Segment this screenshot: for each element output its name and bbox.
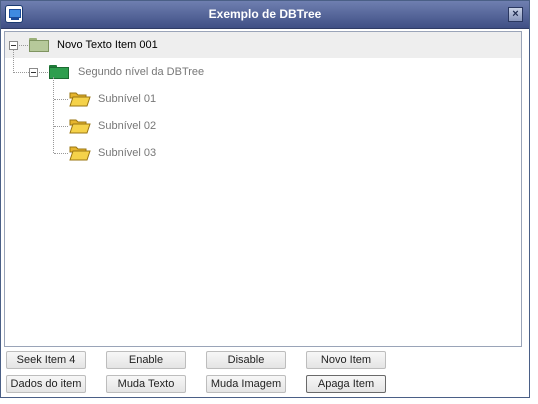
green-folder-icon (49, 65, 69, 79)
tree-node-label: Segundo nível da DBTree (78, 66, 205, 78)
title-bar[interactable]: Exemplo de DBTree × (1, 1, 529, 29)
tree-node-child[interactable]: Segundo nível da DBTree (5, 59, 521, 85)
collapse-toggle-icon[interactable] (9, 41, 18, 50)
collapse-toggle-icon[interactable] (29, 68, 38, 77)
tree-node-label: Subnível 02 (98, 120, 157, 132)
tree-node-subnivel-02[interactable]: Subnível 02 (5, 113, 521, 139)
close-button[interactable]: × (508, 7, 523, 22)
tree-node-subnivel-01[interactable]: Subnível 01 (5, 86, 521, 112)
seek-item-button[interactable]: Seek Item 4 (6, 351, 86, 369)
tree-view[interactable]: Novo Texto Item 001 Segundo nível da DBT… (4, 31, 522, 347)
novo-item-button[interactable]: Novo Item (306, 351, 386, 369)
tree-node-root[interactable]: Novo Texto Item 001 (5, 32, 521, 58)
enable-button[interactable]: Enable (106, 351, 186, 369)
dbtree-window: Exemplo de DBTree × Novo Texto Item 001 … (0, 0, 530, 398)
dados-item-button[interactable]: Dados do item (6, 375, 86, 393)
apaga-item-button[interactable]: Apaga Item (306, 375, 386, 393)
disable-button[interactable]: Disable (206, 351, 286, 369)
tree-node-label: Subnível 03 (98, 147, 157, 159)
open-folder-icon (69, 119, 91, 134)
muda-imagem-button[interactable]: Muda Imagem (206, 375, 286, 393)
tree-node-subnivel-03[interactable]: Subnível 03 (5, 140, 521, 166)
window-title: Exemplo de DBTree (208, 7, 322, 21)
open-folder-icon (69, 92, 91, 107)
open-folder-icon (69, 146, 91, 161)
tree-node-label: Subnível 01 (98, 93, 157, 105)
muda-texto-button[interactable]: Muda Texto (106, 375, 186, 393)
root-folder-icon (29, 38, 49, 52)
tree-node-label: Novo Texto Item 001 (57, 39, 158, 51)
